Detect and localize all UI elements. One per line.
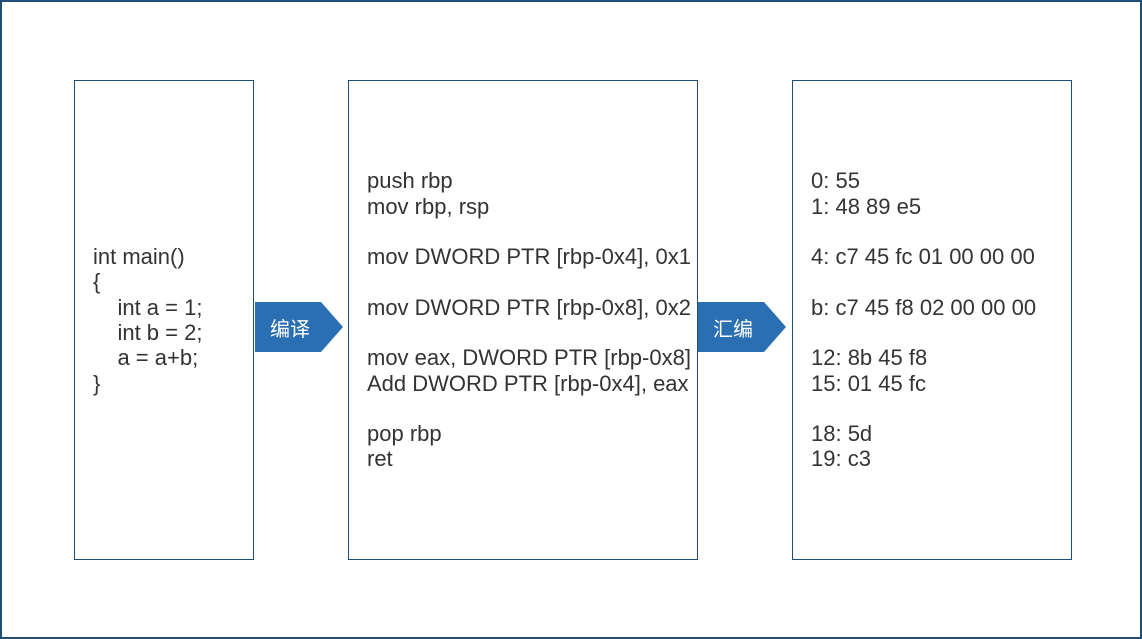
arrow-head-icon xyxy=(764,302,786,352)
source-code-panel: int main() { int a = 1; int b = 2; a = a… xyxy=(74,80,254,560)
machine-code-panel: 0: 55 1: 48 89 e5 4: c7 45 fc 01 00 00 0… xyxy=(792,80,1072,560)
diagram-canvas: int main() { int a = 1; int b = 2; a = a… xyxy=(0,0,1142,639)
assemble-arrow: 汇编 xyxy=(698,302,786,352)
assemble-arrow-label: 汇编 xyxy=(713,313,753,342)
machine-code-text: 0: 55 1: 48 89 e5 4: c7 45 fc 01 00 00 0… xyxy=(811,168,1036,472)
assembly-code-panel: push rbp mov rbp, rsp mov DWORD PTR [rbp… xyxy=(348,80,698,560)
source-code-text: int main() { int a = 1; int b = 2; a = a… xyxy=(93,244,202,396)
arrow-shaft: 汇编 xyxy=(698,302,764,352)
arrow-shaft: 编译 xyxy=(255,302,321,352)
arrow-head-icon xyxy=(321,302,343,352)
compile-arrow-label: 编译 xyxy=(270,313,310,342)
compile-arrow: 编译 xyxy=(255,302,343,352)
assembly-code-text: push rbp mov rbp, rsp mov DWORD PTR [rbp… xyxy=(367,168,691,472)
